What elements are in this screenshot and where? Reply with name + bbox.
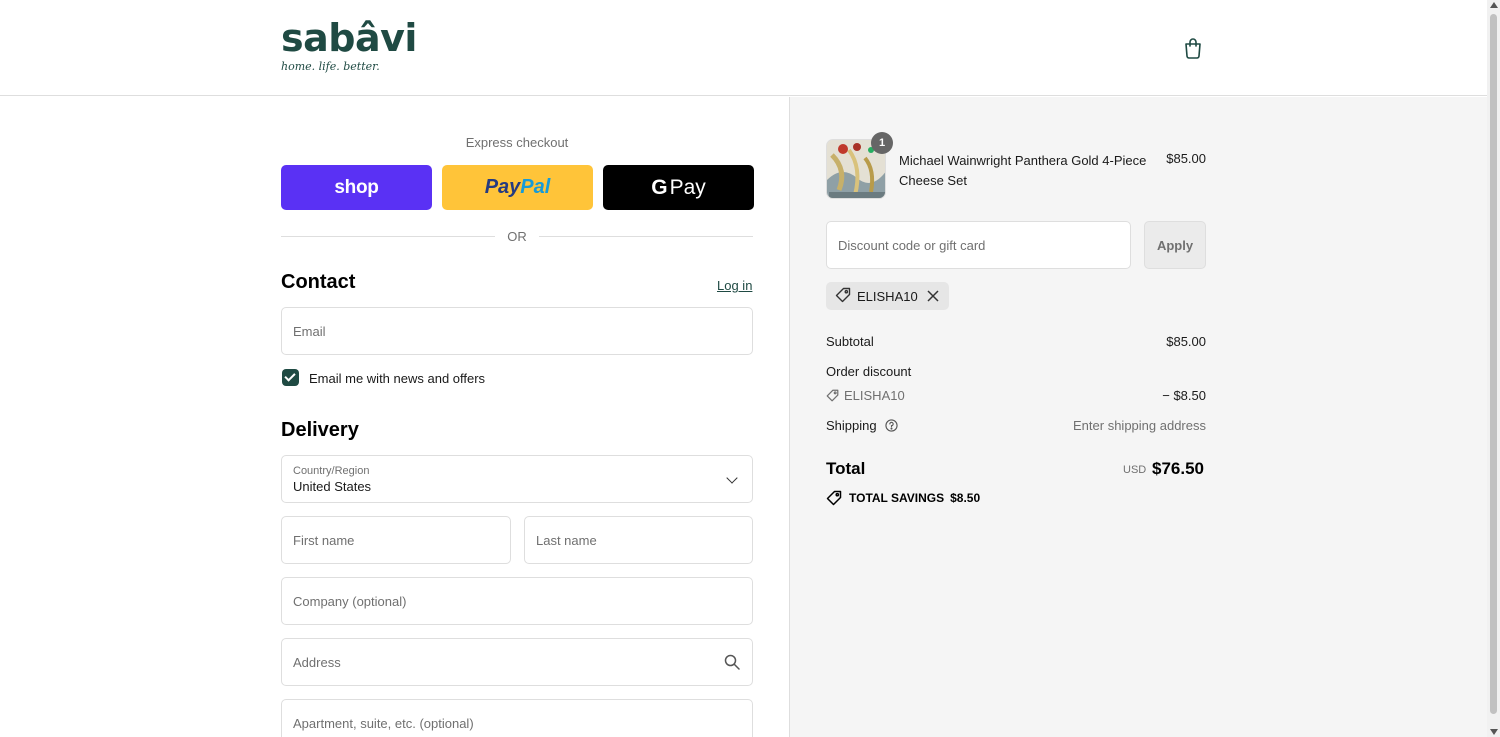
- google-g-icon: G: [651, 175, 668, 199]
- first-name-field[interactable]: First name: [281, 516, 511, 564]
- total-savings: TOTAL SAVINGS $8.50: [826, 490, 980, 506]
- apartment-placeholder: Apartment, suite, etc. (optional): [293, 715, 474, 731]
- paypal-button[interactable]: Pay Pal: [442, 165, 593, 210]
- newsletter-checkbox[interactable]: [282, 369, 299, 386]
- brand-name: sabâvi: [281, 16, 417, 60]
- google-pay-label: Pay: [669, 175, 706, 199]
- discount-code-input[interactable]: Discount code or gift card: [826, 221, 1131, 269]
- total-label: Total: [826, 459, 866, 478]
- contact-heading: Contact: [281, 271, 356, 293]
- discount-code-group: ELISHA10: [826, 388, 905, 403]
- tag-icon: [826, 389, 839, 402]
- savings-label: TOTAL SAVINGS: [849, 491, 945, 505]
- subtotal-row: Subtotal $85.00: [826, 334, 1206, 349]
- shop-pay-button[interactable]: shop: [281, 165, 432, 210]
- discount-code-label: ELISHA10: [844, 388, 905, 403]
- close-icon[interactable]: [927, 290, 939, 302]
- question-circle-icon[interactable]: [885, 419, 898, 435]
- discount-code-row: ELISHA10 − $8.50: [826, 388, 1206, 405]
- discount-placeholder: Discount code or gift card: [838, 237, 986, 253]
- delivery-heading: Delivery: [281, 419, 359, 441]
- address-field[interactable]: Address: [281, 638, 753, 686]
- last-name-field[interactable]: Last name: [524, 516, 753, 564]
- site-header: sabâvi home. life. better.: [0, 0, 1487, 96]
- shopping-bag-icon[interactable]: [1181, 36, 1205, 60]
- address-placeholder: Address: [293, 654, 341, 670]
- login-link[interactable]: Log in: [717, 278, 752, 293]
- newsletter-label: Email me with news and offers: [309, 371, 486, 386]
- apply-discount-button[interactable]: Apply: [1144, 221, 1206, 269]
- paypal-label-pay: Pay: [484, 176, 521, 198]
- country-value: United States: [293, 478, 372, 494]
- google-pay-button[interactable]: G Pay: [603, 165, 754, 210]
- last-name-placeholder: Last name: [536, 532, 597, 548]
- express-checkout-label: Express checkout: [465, 135, 569, 150]
- checkout-form: Express checkout shop Pay Pal G Pay OR Co…: [0, 97, 789, 737]
- brand-tagline: home. life. better.: [281, 60, 380, 73]
- scroll-down-arrow[interactable]: [1489, 729, 1498, 735]
- order-summary: 1 Michael Wainwright Panthera Gold 4-Pie…: [789, 97, 1487, 737]
- email-field[interactable]: Email: [281, 307, 753, 355]
- total-currency: USD: [1123, 464, 1147, 476]
- chevron-down-icon: [726, 472, 738, 484]
- company-placeholder: Company (optional): [293, 593, 407, 609]
- total-value: $76.50: [1152, 459, 1204, 478]
- order-discount-row: Order discount: [826, 364, 1206, 379]
- brand-logo[interactable]: sabâvi home. life. better.: [281, 17, 417, 73]
- country-select[interactable]: Country/Region United States: [281, 455, 753, 503]
- shipping-row: Shipping Enter shipping address: [826, 418, 1206, 435]
- subtotal-value: $85.00: [1166, 334, 1206, 349]
- tag-icon: [835, 287, 851, 306]
- page-scrollbar[interactable]: [1487, 0, 1500, 737]
- discount-value: − $8.50: [1162, 388, 1206, 403]
- divider-line: [539, 236, 753, 237]
- savings-value: $8.50: [950, 491, 981, 505]
- shipping-label: Shipping: [826, 418, 877, 433]
- scroll-up-arrow[interactable]: [1489, 2, 1498, 8]
- subtotal-label: Subtotal: [826, 334, 874, 349]
- product-name: Michael Wainwright Panthera Gold 4-Piece…: [899, 153, 1147, 188]
- email-placeholder: Email: [293, 323, 326, 339]
- paypal-label-pal: Pal: [520, 176, 551, 198]
- scrollbar-thumb[interactable]: [1490, 14, 1497, 714]
- applied-discount-tag: ELISHA10: [826, 282, 949, 310]
- search-icon[interactable]: [724, 654, 740, 673]
- applied-code-label: ELISHA10: [857, 288, 918, 304]
- country-label: Country/Region: [293, 464, 370, 477]
- order-discount-label: Order discount: [826, 364, 912, 379]
- product-price: $85.00: [1166, 151, 1206, 166]
- first-name-placeholder: First name: [293, 532, 355, 548]
- tag-icon: [826, 490, 842, 506]
- shipping-value: Enter shipping address: [1073, 418, 1206, 433]
- quantity-badge: 1: [871, 132, 893, 154]
- company-field[interactable]: Company (optional): [281, 577, 753, 625]
- shop-pay-label: shop: [334, 176, 379, 198]
- or-divider: OR: [281, 229, 753, 244]
- apartment-field[interactable]: Apartment, suite, etc. (optional): [281, 699, 753, 737]
